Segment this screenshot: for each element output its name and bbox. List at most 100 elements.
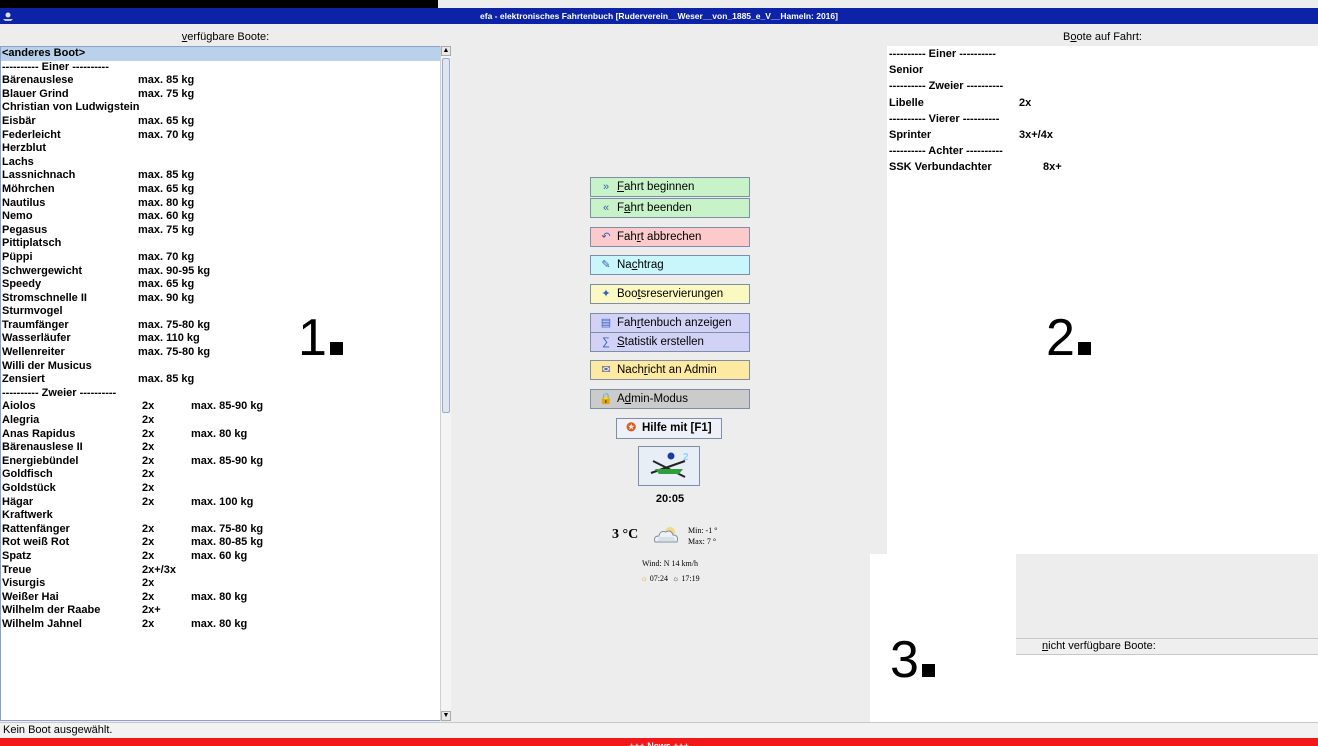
statistik-erstellen-button[interactable]: ∑ Statistik erstellen [590, 332, 750, 352]
trip-boat-item[interactable]: ---------- Einer ---------- [887, 46, 1318, 62]
boat-list-item[interactable]: Lachs [1, 156, 450, 170]
boat-list-item[interactable]: Federleicht max. 70 kg [1, 129, 450, 143]
boat-list-item[interactable]: Nautilus max. 80 kg [1, 197, 450, 211]
boat-list-item[interactable]: Sturmvogel [1, 305, 450, 319]
trip-boat-item[interactable]: ---------- Achter ---------- [887, 143, 1318, 159]
fahrtenbuch-anzeigen-button[interactable]: ▤ Fahrtenbuch anzeigen [590, 313, 750, 333]
boat-list-item[interactable]: Wilhelm Jahnel 2x max. 80 kg [1, 618, 450, 632]
boat-list-item[interactable]: Blauer Grind max. 75 kg [1, 88, 450, 102]
trip-boat-item[interactable]: Libelle 2x [887, 95, 1318, 111]
boat-list-item[interactable]: Energiebündel 2x max. 85-90 kg [1, 455, 450, 469]
boat-name: Stromschnelle II [2, 291, 87, 304]
boat-list-item[interactable]: Bärenauslese max. 85 kg [1, 74, 450, 88]
boat-list-item[interactable]: Rot weiß Rot 2x max. 80-85 kg [1, 536, 450, 550]
boat-list-item[interactable]: Pegasus max. 75 kg [1, 224, 450, 238]
boat-list-item[interactable]: Püppi max. 70 kg [1, 251, 450, 265]
boat-name: Zensiert [2, 373, 45, 386]
boat-list-item[interactable]: Treue 2x+/3x [1, 564, 450, 578]
boats-on-trip-header: Boote auf Fahrt: [1063, 31, 1142, 43]
available-boats-scrollbar[interactable]: ▲ ▼ [440, 46, 451, 721]
boat-name: Goldfisch [2, 468, 53, 481]
boat-attr: 2x [142, 590, 155, 603]
boat-attr: 2x [142, 400, 155, 413]
boat-list-item[interactable]: Goldfisch 2x [1, 468, 450, 482]
boat-list-item[interactable]: Aiolos 2x max. 85-90 kg [1, 400, 450, 414]
nachtrag-button[interactable]: ✎ Nachtrag [590, 255, 750, 275]
boat-list-item[interactable]: Traumfänger max. 75-80 kg [1, 319, 450, 333]
boat-list-item[interactable]: Kraftwerk [1, 509, 450, 523]
boat-list-item[interactable]: Rattenfänger 2x max. 75-80 kg [1, 523, 450, 537]
efa-logo-button[interactable]: 2 [638, 446, 700, 486]
boat-list-item[interactable]: Alegria 2x [1, 414, 450, 428]
boat-list-item[interactable]: Pittiplatsch [1, 237, 450, 251]
boat-weight: max. 85-90 kg [191, 400, 264, 413]
boat-attr: 2x [142, 549, 155, 562]
boat-weight: max. 80 kg [191, 427, 248, 440]
help-button[interactable]: ✪ Hilfe mit [F1] [616, 418, 722, 439]
nachricht-an-admin-button[interactable]: ✉ Nachricht an Admin [590, 360, 750, 380]
unavailable-boats-list[interactable] [1016, 655, 1318, 722]
title-bar[interactable]: efa - elektronisches Fahrtenbuch [Ruderv… [0, 8, 1318, 24]
undo-icon: ↶ [601, 231, 611, 243]
boat-list-item[interactable]: Möhrchen max. 65 kg [1, 183, 450, 197]
fahrt-beginnen-button[interactable]: » Fahrt beginnen [590, 177, 750, 197]
boat-list-item[interactable]: Wilhelm der Raabe 2x+ [1, 604, 450, 618]
boat-name: Willi der Musicus [2, 359, 92, 372]
boat-attr: max. 65 kg [138, 182, 195, 195]
annotation-2: 2 [1046, 312, 1091, 364]
double-chevron-right-icon: » [602, 181, 610, 193]
boat-list-item[interactable]: Schwergewicht max. 90-95 kg [1, 265, 450, 279]
boat-name: Weißer Hai [2, 590, 59, 603]
button-label: Fahrt abbrechen [617, 231, 702, 243]
fahrt-beenden-button[interactable]: « Fahrt beenden [590, 198, 750, 218]
boat-list-item[interactable]: ---------- Einer ---------- [1, 61, 450, 75]
boat-list-item[interactable]: Stromschnelle II max. 90 kg [1, 292, 450, 306]
boat-name: Visurgis [2, 577, 46, 590]
button-label: Statistik erstellen [617, 336, 704, 348]
boats-on-trip-list[interactable]: ---------- Einer ---------- Senior -------… [887, 46, 1318, 554]
boat-list-item[interactable]: Eisbär max. 65 kg [1, 115, 450, 129]
boat-list-item[interactable]: Zensiert max. 85 kg [1, 373, 450, 387]
trip-boat-item[interactable]: ---------- Zweier ---------- [887, 78, 1318, 94]
boat-list-item[interactable]: Weißer Hai 2x max. 80 kg [1, 591, 450, 605]
boat-name: ---------- Zweier ---------- [2, 386, 117, 399]
boat-list-item[interactable]: Herzblut [1, 142, 450, 156]
fahrt-abbrechen-button[interactable]: ↶ Fahrt abbrechen [590, 227, 750, 247]
trip-boat-item[interactable]: Sprinter 3x+/4x [887, 127, 1318, 143]
boat-list-item[interactable]: Wasserläufer max. 110 kg [1, 332, 450, 346]
sun-times: ☼ 07:24 ☼ 17:19 [590, 574, 750, 583]
scroll-down-icon[interactable]: ▼ [441, 711, 451, 721]
boat-list-item[interactable]: <anderes Boot> [1, 47, 450, 61]
boat-list-item[interactable]: ---------- Zweier ---------- [1, 387, 450, 401]
boat-list-item[interactable]: Hägar 2x max. 100 kg [1, 496, 450, 510]
boat-list-item[interactable]: Speedy max. 65 kg [1, 278, 450, 292]
scroll-up-icon[interactable]: ▲ [441, 46, 451, 56]
trip-boat-item[interactable]: ---------- Vierer ---------- [887, 111, 1318, 127]
boat-name: Lassnichnach [2, 169, 76, 182]
boat-attr: 2x [142, 577, 155, 590]
boat-list-item[interactable]: Willi der Musicus [1, 360, 450, 374]
boat-list-item[interactable]: Wellenreiter max. 75-80 kg [1, 346, 450, 360]
boat-list-item[interactable]: Spatz 2x max. 60 kg [1, 550, 450, 564]
boat-list-item[interactable]: Goldstück 2x [1, 482, 450, 496]
trip-boat-item[interactable]: SSK Verbundachter 8x+ [887, 159, 1318, 175]
boat-list-item[interactable]: Visurgis 2x [1, 577, 450, 591]
bootsreservierungen-button[interactable]: ✦ Bootsreservierungen [590, 284, 750, 304]
boat-attr: 2x+/3x [142, 563, 176, 576]
trip-boat-type: 8x+ [1043, 161, 1062, 174]
boat-attr: max. 75-80 kg [138, 318, 211, 331]
unavailable-boats-header: nicht verfügbare Boote: [1016, 638, 1318, 655]
sunset-icon: ☼ [672, 574, 680, 583]
available-boats-list[interactable]: <anderes Boot> ---------- Einer ---------… [0, 46, 451, 721]
boat-list-item[interactable]: Lassnichnach max. 85 kg [1, 169, 450, 183]
boat-list-item[interactable]: Christian von Ludwigstein [1, 101, 450, 115]
boat-list-item[interactable]: Anas Rapidus 2x max. 80 kg [1, 428, 450, 442]
trip-boat-item[interactable]: Senior [887, 62, 1318, 78]
scrollbar-thumb[interactable] [442, 58, 450, 413]
trip-boat-type: 3x+/4x [1019, 128, 1053, 141]
boat-attr: 2x [142, 441, 155, 454]
admin-modus-button[interactable]: 🔒 Admin-Modus [590, 389, 750, 409]
boat-list-item[interactable]: Bärenauslese II 2x [1, 441, 450, 455]
boat-name: Hägar [2, 495, 34, 508]
boat-list-item[interactable]: Nemo max. 60 kg [1, 210, 450, 224]
